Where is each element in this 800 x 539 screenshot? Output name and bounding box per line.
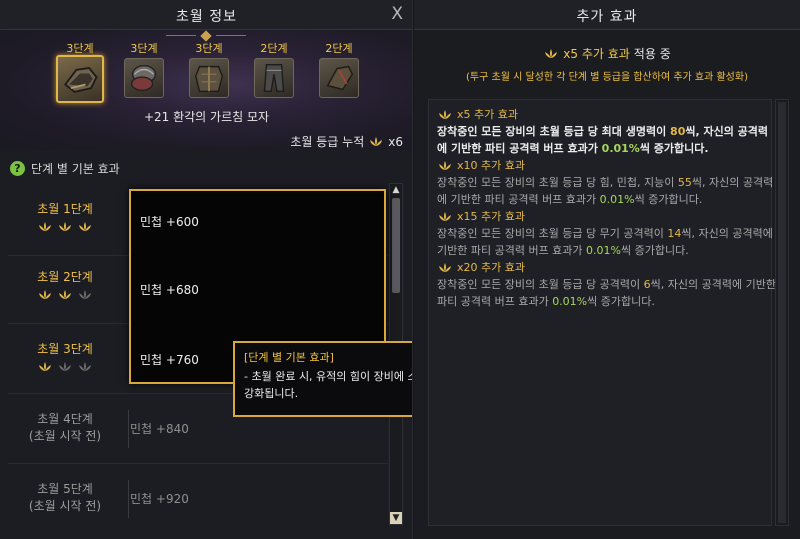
gloves-icon <box>64 67 98 93</box>
transcendence-info-panel: 초월 정보 X 3단계 3단계 3단계 2단계 2단계 +21 환각의 가르침 … <box>0 0 413 539</box>
tooltip-body: - 초월 완료 시, 유적의 힘이 장비에 스며들어 기본 효과가 강화됩니다. <box>244 370 412 400</box>
item-name: +21 환각의 가르침 모자 <box>143 110 270 124</box>
stage-grade-icons <box>10 361 120 373</box>
section-header: ? 단계 별 기본 효과 <box>10 160 120 177</box>
close-button[interactable]: X <box>391 4 403 24</box>
stage-grade-icons <box>10 289 120 301</box>
effect-description: 장착중인 모든 장비의 초월 등급 당 무기 공격력이 14씩, 자신의 공격력… <box>437 227 773 257</box>
lotus-icon <box>439 109 451 119</box>
effect-item: x5 추가 효과 장착중인 모든 장비의 초월 등급 당 최대 생명력이 80씩… <box>437 106 777 157</box>
stage-value: 민첩 +840 <box>130 422 189 436</box>
equipment-banner: 3단계 3단계 3단계 2단계 2단계 +21 환각의 가르침 모자 초월 등급… <box>0 30 412 150</box>
stage-row: 초월 5단계 (초월 시작 전) 민첩 +920 <box>0 466 390 536</box>
chest-slot[interactable] <box>189 58 229 98</box>
active-effect-status: x5 추가 효과 적용 중 <box>414 45 800 62</box>
stage-status: (초월 시작 전) <box>28 429 102 443</box>
stage-value: 민첩 +680 <box>140 283 199 297</box>
panel-title: 초월 정보 <box>176 9 237 25</box>
effects-scrollbar[interactable] <box>775 99 789 526</box>
stage-name: 초월 4단계 <box>37 412 93 426</box>
lotus-icon <box>439 211 451 221</box>
lotus-icon <box>59 222 71 231</box>
gear-stage-label: 3단계 <box>66 42 94 55</box>
accumulated-grade: 초월 등급 누적 x6 <box>290 133 403 150</box>
lotus-icon <box>59 362 71 371</box>
effect-description: 장착중인 모든 장비의 초월 등급 당 공격력이 6씩, 자신의 공격력에 기반… <box>437 278 776 308</box>
shoulder-armor-icon <box>130 64 157 92</box>
lotus-icon <box>439 262 451 272</box>
effect-description: 장착중인 모든 장비의 초월 등급 당 최대 생명력이 80씩, 자신의 공격력… <box>437 125 769 155</box>
panel-title-bar: 초월 정보 X <box>0 0 412 30</box>
tooltip-title: [단계 별 기본 효과] <box>244 351 334 364</box>
scroll-up-icon[interactable]: ▲ <box>390 184 402 196</box>
scroll-thumb[interactable] <box>392 198 400 293</box>
gear-stage-label: 3단계 <box>195 42 223 55</box>
active-effect-name: x5 추가 효과 <box>563 47 630 61</box>
lotus-icon <box>39 222 51 231</box>
section-title: 단계 별 기본 효과 <box>31 162 120 176</box>
effect-item: x15 추가 효과 장착중인 모든 장비의 초월 등급 당 무기 공격력이 14… <box>437 208 777 259</box>
panel-title: 추가 효과 <box>576 9 638 25</box>
help-icon[interactable]: ? <box>10 161 25 176</box>
panel-title-bar: 추가 효과 <box>414 0 800 30</box>
stage-name: 초월 3단계 <box>37 342 93 356</box>
ornament-icon <box>166 30 246 42</box>
scroll-thumb[interactable] <box>778 102 786 523</box>
stage-name: 초월 5단계 <box>37 482 93 496</box>
accumulated-value: x6 <box>388 134 403 149</box>
effect-title: x15 추가 효과 <box>457 210 525 223</box>
lotus-icon <box>79 290 91 299</box>
stage-name: 초월 1단계 <box>37 202 93 216</box>
lotus-icon <box>39 362 51 371</box>
lotus-icon <box>79 362 91 371</box>
effect-title: x10 추가 효과 <box>457 159 525 172</box>
lotus-icon <box>39 290 51 299</box>
column-divider <box>128 480 129 518</box>
column-divider <box>128 410 129 448</box>
stage-value: 민첩 +600 <box>140 215 199 229</box>
lotus-icon <box>439 160 451 170</box>
lotus-icon <box>545 48 558 58</box>
effect-item: x10 추가 효과 장착중인 모든 장비의 초월 등급 당 힘, 민첩, 지능이… <box>437 157 777 208</box>
pants-slot[interactable] <box>254 58 294 98</box>
lotus-icon <box>59 290 71 299</box>
additional-effects-panel: 추가 효과 x5 추가 효과 적용 중 (투구 초월 시 달성한 각 단계 별 … <box>414 0 800 539</box>
effect-title: x20 추가 효과 <box>457 261 525 274</box>
gauntlet-slot[interactable] <box>319 58 359 98</box>
stage-value: 민첩 +760 <box>140 353 199 367</box>
stage-grade-icons <box>10 221 120 233</box>
lotus-icon <box>79 222 91 231</box>
gear-stage-label: 3단계 <box>130 42 158 55</box>
gear-stage-label: 2단계 <box>325 42 353 55</box>
accumulated-label: 초월 등급 누적 <box>290 135 365 149</box>
active-effect-state: 적용 중 <box>633 47 671 61</box>
stage-name: 초월 2단계 <box>37 270 93 284</box>
effect-description: 장착중인 모든 장비의 초월 등급 당 힘, 민첩, 지능이 55씩, 자신의 … <box>437 176 774 206</box>
stage-value: 민첩 +920 <box>130 492 189 506</box>
lotus-icon <box>370 136 383 146</box>
stage-status: (초월 시작 전) <box>28 499 102 513</box>
effect-title: x5 추가 효과 <box>457 108 518 121</box>
scroll-down-icon[interactable]: ▼ <box>390 512 402 524</box>
shoulder-slot[interactable] <box>124 58 164 98</box>
gear-stage-label: 2단계 <box>260 42 288 55</box>
effect-item: x20 추가 효과 장착중인 모든 장비의 초월 등급 당 공격력이 6씩, 자… <box>437 259 777 310</box>
tooltip: [단계 별 기본 효과] - 초월 완료 시, 유적의 힘이 장비에 스며들어 … <box>233 341 412 417</box>
activation-note: (투구 초월 시 달성한 각 단계 별 등급을 합산하여 추가 효과 활성화) <box>466 72 748 83</box>
pants-icon <box>263 63 285 93</box>
gauntlet-icon <box>326 65 354 91</box>
gloves-slot[interactable] <box>56 55 104 103</box>
chest-armor-icon <box>194 65 224 93</box>
effects-list: x5 추가 효과 장착중인 모든 장비의 초월 등급 당 최대 생명력이 80씩… <box>428 99 776 526</box>
row-divider <box>8 463 388 464</box>
